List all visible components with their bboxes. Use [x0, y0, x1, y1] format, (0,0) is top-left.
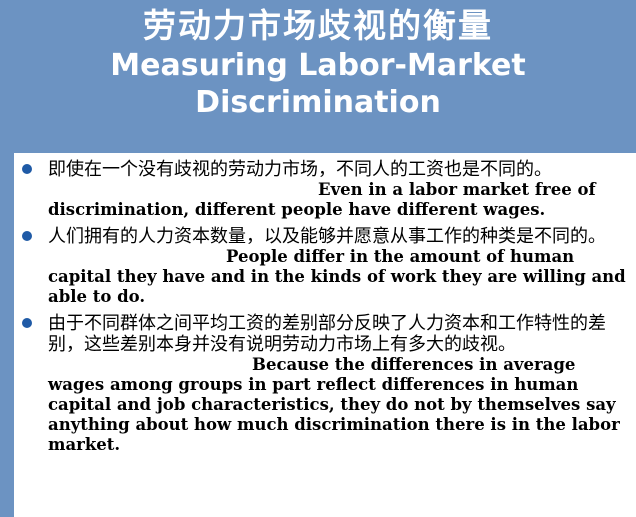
- bullet-text-english-content: People differ in the amount of human cap…: [48, 247, 626, 306]
- bullet-dot-icon: [22, 164, 32, 174]
- bullet-text-english-content: Because the differences in average wages…: [48, 355, 620, 454]
- title-english-line1: Measuring Labor-Market: [110, 48, 526, 83]
- bullet-dot-icon: [22, 318, 32, 328]
- bullet-text-english: Even in a labor market free of discrimin…: [48, 180, 626, 220]
- content-panel: 即使在一个没有歧视的劳动力市场，不同人的工资也是不同的。 Even in a l…: [14, 153, 636, 517]
- title-chinese: 劳动力市场歧视的衡量: [143, 6, 493, 45]
- bullet-text-english: People differ in the amount of human cap…: [48, 247, 626, 307]
- bullet-text-chinese: 即使在一个没有歧视的劳动力市场，不同人的工资也是不同的。: [48, 159, 552, 180]
- bullet-text-english: Because the differences in average wages…: [48, 355, 626, 455]
- bullet-dot-icon: [22, 231, 32, 241]
- bullet-text-english-content: Even in a labor market free of discrimin…: [48, 180, 596, 219]
- bullet-item: 由于不同群体之间平均工资的差别部分反映了人力资本和工作特性的差别，这些差别本身并…: [14, 313, 636, 455]
- title-english-line2: Discrimination: [195, 85, 441, 120]
- slide: 劳动力市场歧视的衡量 Measuring Labor-Market Discri…: [0, 0, 636, 517]
- bullet-text-chinese: 由于不同群体之间平均工资的差别部分反映了人力资本和工作特性的差别，这些差别本身并…: [48, 313, 606, 355]
- bullet-text-chinese: 人们拥有的人力资本数量，以及能够并愿意从事工作的种类是不同的。: [48, 226, 606, 247]
- slide-title: 劳动力市场歧视的衡量 Measuring Labor-Market Discri…: [0, 6, 636, 120]
- bullet-item: 人们拥有的人力资本数量，以及能够并愿意从事工作的种类是不同的。 People d…: [14, 226, 636, 307]
- bullet-item: 即使在一个没有歧视的劳动力市场，不同人的工资也是不同的。 Even in a l…: [14, 159, 636, 220]
